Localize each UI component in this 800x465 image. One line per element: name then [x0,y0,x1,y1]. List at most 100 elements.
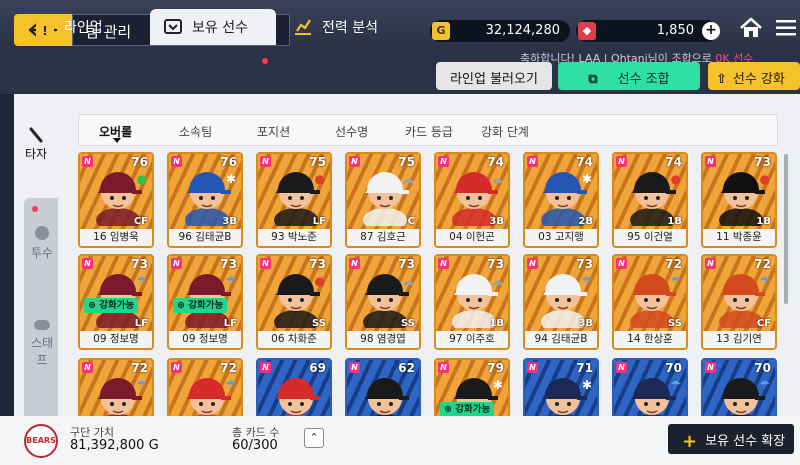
new-card-badge: N [82,362,93,373]
player-rating: 70 [754,361,771,375]
team-value: 81,392,800 G [70,438,159,453]
new-card-badge: N [705,362,716,373]
condition-icon: ☂ [581,274,592,288]
player-rating: 72 [754,257,771,271]
sort-card-grade[interactable]: 카드 등급 [405,123,453,140]
new-card-badge: N [527,362,538,373]
card-scrollbar[interactable] [784,154,788,304]
condition-icon: ☂ [670,274,681,288]
condition-icon: ☁ [491,274,503,288]
menu-icon[interactable] [776,20,796,36]
player-position: CF [133,216,148,227]
player-card[interactable]: N 75 ☁ C 87 김호근 [345,152,421,248]
new-card-badge: N [705,156,716,167]
condition-icon: ☁ [402,274,414,288]
player-card[interactable]: N 76 ✱ 3B 96 김태균B [167,152,243,248]
sort-position[interactable]: 포지션 [257,123,290,140]
player-card[interactable]: N 72 ☂ CF 13 김기연 [701,254,777,350]
expand-roster-button[interactable]: + 보유 선수 확장 [668,424,794,454]
new-card-badge: N [438,156,449,167]
side-tab-pitcher[interactable]: 투수 [26,226,58,261]
player-position: LF [223,318,237,329]
condition-icon: ☂ [759,274,770,288]
player-position: 3B [222,216,237,227]
lineup-icon: ! [36,22,54,40]
player-name: 97 이주호 [436,331,508,348]
tab-analysis[interactable]: 전력 분석 [290,9,420,45]
sort-team[interactable]: 소속팀 [179,123,212,140]
player-rating: 73 [398,257,415,271]
player-card[interactable]: N 74 ✱ 2B 03 고지행 [523,152,599,248]
player-name: 94 김태균B [525,331,597,348]
player-position: C [407,216,415,227]
load-lineup-button[interactable]: 라인업 불러오기 [436,62,552,90]
player-card[interactable]: N 73 ● SS 06 차화준 [256,254,332,350]
condition-icon: ✱ [581,172,592,186]
player-position: 3B [578,318,593,329]
gem-amount: 1,850 [656,23,694,38]
new-card-badge: N [171,258,182,269]
upgrade-label: 선수 강화 [732,72,785,87]
new-card-badge: N [438,362,449,373]
new-card-badge: N [705,258,716,269]
card-box-icon [164,19,182,34]
condition-icon: ✱ [225,172,236,186]
player-rating: 74 [665,155,682,169]
player-card[interactable]: N 74 ☁ 3B 04 이헌곤 [434,152,510,248]
add-gem-button[interactable]: + [702,22,720,40]
player-rating: 76 [220,155,237,169]
player-card[interactable]: N 75 ● LF 93 박노준 [256,152,332,248]
condition-icon: ✱ [581,378,592,392]
player-position: SS [312,318,326,329]
tab-lineup[interactable]: ! 라인업 [14,9,144,45]
gem-display: ◆ 1,850 + [576,20,720,42]
side-tab-staff[interactable]: 스태프 [26,320,58,368]
player-position: 3B [489,216,504,227]
player-name: 04 이헌곤 [436,229,508,246]
player-rating: 75 [309,155,326,169]
owned-players-panel: 타자 투수 스태프 오버롤 소속팀 포지션 선수명 카드 등급 강화 단계 N 7… [14,94,800,454]
player-position: LF [312,216,326,227]
home-icon[interactable] [738,16,764,40]
new-card-badge: N [171,362,182,373]
player-card[interactable]: N 73 ☁ 1B 97 이주호 [434,254,510,350]
condition-icon: ● [314,172,325,186]
sort-name[interactable]: 선수명 [335,123,368,140]
player-rating: 73 [220,257,237,271]
player-position: 1B [667,216,682,227]
player-card[interactable]: N 73 ☁ SS 98 염경엽 [345,254,421,350]
player-card[interactable]: N 72 ☂ SS 14 한상훈 [612,254,688,350]
upgrade-available-badge: ⊕ 강화가능 [173,298,228,313]
player-card[interactable]: N 76 ● CF 16 임병욱 [78,152,154,248]
new-card-badge: N [616,362,627,373]
sort-upgrade-level[interactable]: 강화 단계 [481,123,529,140]
player-card[interactable]: N 73 ☂ ⊕ 강화가능 LF 09 정보명 [167,254,243,350]
upgrade-available-badge: ⊕ 강화가능 [84,298,139,313]
player-rating: 72 [220,361,237,375]
side-tab-staff-label: 스태프 [30,336,54,367]
player-name: 13 김기연 [703,331,775,348]
player-name: 06 차화준 [258,331,330,348]
player-card[interactable]: N 73 ● 1B 11 박종윤 [701,152,777,248]
tab-owned-players-label: 보유 선수 [192,20,248,36]
player-name: 87 김호근 [347,229,419,246]
side-tab-batter[interactable]: 타자 [14,126,58,162]
condition-icon: ☂ [136,378,147,392]
upgrade-button[interactable]: ⇧ 선수 강화 [708,62,800,90]
gold-amount: 32,124,280 [485,23,560,38]
staff-icon [34,320,50,330]
condition-icon: ☁ [402,172,414,186]
player-portrait-icon [363,172,409,226]
player-rating: 73 [131,257,148,271]
tab-owned-players[interactable]: 보유 선수 [150,9,276,45]
player-rating: 76 [131,155,148,169]
player-card[interactable]: N 74 ● 1B 95 이건열 [612,152,688,248]
pitcher-alert-dot [32,206,38,212]
player-position: 1B [756,216,771,227]
player-position: 1B [489,318,504,329]
player-card[interactable]: N 73 ☂ ⊕ 강화가능 LF 09 정보명 [78,254,154,350]
scroll-top-button[interactable]: ⌃ [304,428,324,448]
player-card[interactable]: N 73 ☂ 3B 94 김태균B [523,254,599,350]
combine-button[interactable]: ⧉ 선수 조합 [558,62,700,90]
condition-icon: ● [314,274,325,288]
